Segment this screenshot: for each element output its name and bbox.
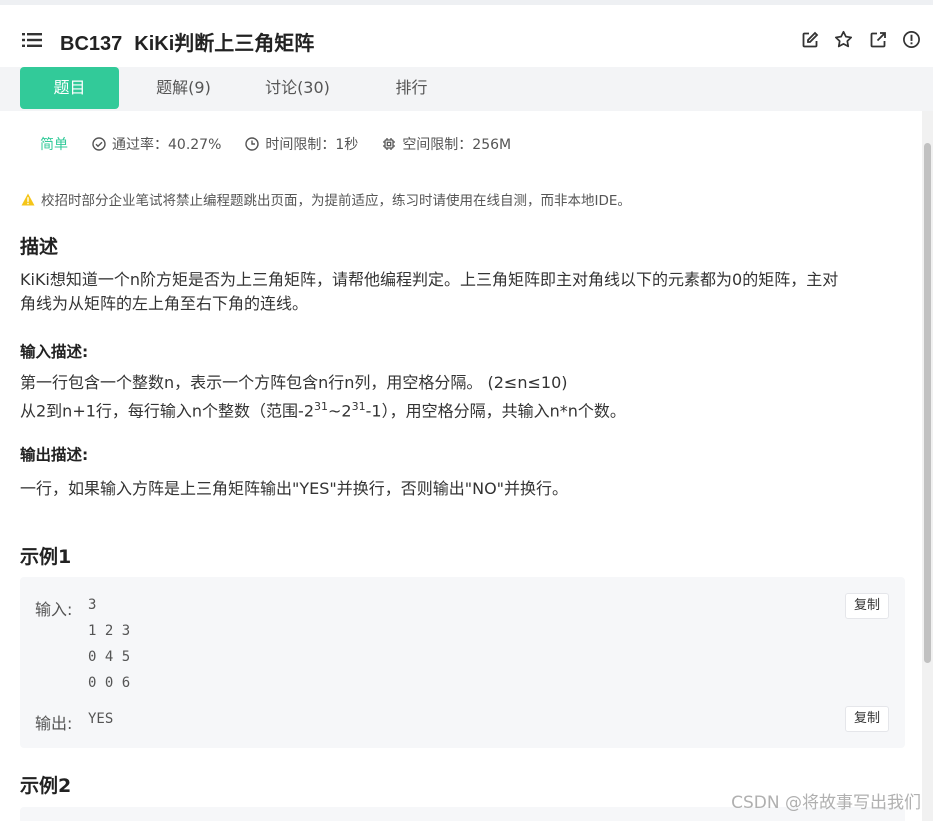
copy-input-button[interactable]: 复制 xyxy=(845,593,889,619)
edit-icon[interactable] xyxy=(800,30,819,49)
star-icon[interactable] xyxy=(834,30,853,49)
problem-id: BC137 xyxy=(60,33,123,55)
example1-output-code: YES xyxy=(88,711,114,727)
space-limit: 空间限制：256M xyxy=(382,134,511,154)
example1-box: 输入: 3 1 2 3 0 4 5 0 0 6 复制 输出: YES 复制 xyxy=(20,577,905,748)
input-desc-line-1: 第一行包含一个整数n，表示一个方阵包含n行n列，用空格分隔。 (2≤n≤10) xyxy=(20,373,568,392)
example1-heading: 示例1 xyxy=(20,546,72,568)
description-heading: 描述 xyxy=(20,236,59,258)
notice: 校招时部分企业笔试将禁止编程题跳出页面，为提前适应，练习时请使用在线自测，而非本… xyxy=(21,189,631,209)
input-desc-line-2: 从2到n+1行，每行输入n个整数（范围-231~231-1），用空格分隔，共输入… xyxy=(20,395,910,423)
input-desc-exponent-1: 31 xyxy=(314,400,329,413)
warning-icon xyxy=(21,193,35,205)
tab-discussion[interactable]: 讨论(30) xyxy=(248,67,347,109)
clock-icon xyxy=(245,137,260,151)
problem-title: KiKi判断上三角矩阵 xyxy=(134,33,315,55)
output-desc-line-1: 一行，如果输入方阵是上三角矩阵输出"YES"并换行，否则输出"NO"并换行。 xyxy=(20,479,569,498)
time-limit: 时间限制：1秒 xyxy=(245,134,358,154)
description-line-1: KiKi想知道一个n阶方矩是否为上三角矩阵，请帮他编程判定。上三角矩阵即主对角线… xyxy=(20,270,839,289)
input-desc-line-2-b: ~2 xyxy=(328,401,352,421)
watermark: CSDN @将故事写出我们 xyxy=(731,793,921,813)
problem-tabs: 题目 题解(9) 讨论(30) 排行 xyxy=(0,67,933,111)
problem-content: 简单 通过率：40.27% 时间限制：1秒 空间限制：256M 校招时部分企业笔… xyxy=(0,111,922,821)
page-title: BC137 KiKi判断上三角矩阵 xyxy=(60,27,314,56)
time-limit-text: 时间限制：1秒 xyxy=(265,137,359,153)
copy-output-button[interactable]: 复制 xyxy=(845,706,889,732)
pass-rate-text: 通过率：40.27% xyxy=(112,137,222,153)
header-actions xyxy=(800,30,921,49)
problem-meta: 简单 通过率：40.27% 时间限制：1秒 空间限制：256M xyxy=(40,134,535,154)
example1-input-label: 输入: xyxy=(35,600,73,619)
content-scrollbar[interactable] xyxy=(922,111,933,821)
space-limit-text: 空间限制：256M xyxy=(402,137,512,153)
notice-text: 校招时部分企业笔试将禁止编程题跳出页面，为提前适应，练习时请使用在线自测，而非本… xyxy=(41,193,631,209)
input-desc-exponent-2: 31 xyxy=(351,400,366,413)
tab-solutions[interactable]: 题解(9) xyxy=(134,67,233,109)
info-icon[interactable] xyxy=(902,30,921,49)
example1-output-label: 输出: xyxy=(35,714,73,733)
output-desc-heading: 输出描述: xyxy=(20,446,89,464)
check-circle-icon xyxy=(92,137,106,151)
pass-rate: 通过率：40.27% xyxy=(92,134,221,154)
input-desc-heading: 输入描述: xyxy=(20,343,89,361)
tab-problem[interactable]: 题目 xyxy=(20,67,119,109)
problem-header: BC137 KiKi判断上三角矩阵 xyxy=(0,5,933,67)
example2-heading: 示例2 xyxy=(20,775,72,797)
difficulty-badge: 简单 xyxy=(40,137,68,153)
input-desc-line-2-a: 从2到n+1行，每行输入n个整数（范围-2 xyxy=(20,401,315,421)
menu-list-icon[interactable] xyxy=(22,32,44,48)
chip-icon xyxy=(383,138,396,150)
description-line-2: 角线为从矩阵的左上角至右下角的连线。 xyxy=(20,294,309,313)
scrollbar-thumb[interactable] xyxy=(924,143,931,663)
tab-ranking[interactable]: 排行 xyxy=(362,67,461,109)
external-link-icon[interactable] xyxy=(868,30,887,49)
input-desc-line-2-c: -1），用空格分隔，共输入n*n个数。 xyxy=(365,401,626,421)
example1-input-code: 3 1 2 3 0 4 5 0 0 6 xyxy=(88,597,131,691)
